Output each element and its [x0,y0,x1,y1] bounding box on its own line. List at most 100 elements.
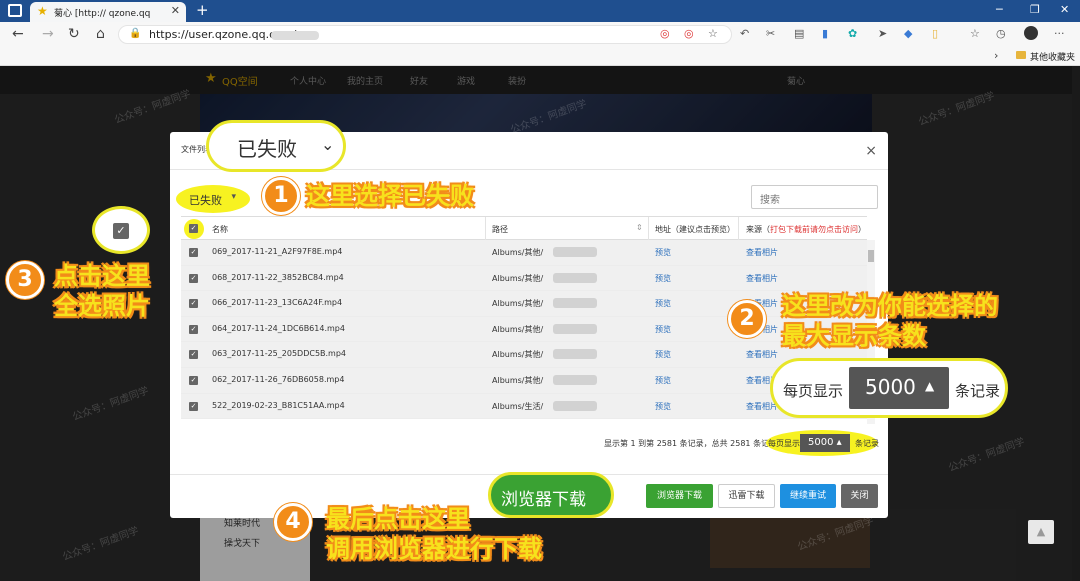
row-checkbox[interactable]: ✓ [189,248,198,257]
col-divider [738,217,739,241]
view-photo-link[interactable]: 查看相片 [746,273,778,284]
window-menu-icon[interactable] [8,4,22,17]
scroll-thumb[interactable] [868,250,874,262]
browser-tab[interactable]: ★ 菊心 [http:// qzone.qq ✕ [30,2,186,22]
check-icon: ✓ [113,223,129,239]
file-path: Albums/其他/ [492,324,544,334]
preview-link[interactable]: 预览 [655,247,671,258]
col-path[interactable]: 路径 [492,224,508,235]
callout-perpage-suffix: 条记录 [955,382,1001,400]
dialog-close-icon[interactable]: × [865,143,877,159]
file-name: 066_2017-11-23_13C6A24F.mp4 [212,298,343,308]
search-input[interactable]: 搜索 [751,185,878,209]
extension-icon[interactable]: ◎ [684,27,694,40]
row-checkbox[interactable]: ✓ [189,350,198,360]
file-path: Albums/其他/ [492,273,544,283]
path-blurred [553,400,597,411]
retry-button[interactable]: 继续重试 [780,484,836,508]
table-header: ✓ 名称 路径 ⇕ 地址（建议点击预览） 来源（打包下载前请勿点击访问） [181,216,867,241]
row-checkbox[interactable]: ✓ [189,273,198,283]
preview-link[interactable]: 预览 [655,324,671,335]
per-page-select[interactable]: 5000 ▴ [800,434,850,452]
url-blurred [271,31,319,40]
extension-icon[interactable]: ✿ [848,27,857,40]
lock-icon: 🔒 [129,28,142,39]
preview-link[interactable]: 预览 [655,298,671,309]
select-all-checkbox[interactable]: ✓ [189,224,198,233]
table-row[interactable]: ✓ 069_2017-11-21_A2F97F8E.mp4 Albums/其他/预览… [181,240,867,266]
row-checkbox[interactable]: ✓ [189,299,198,309]
chevron-right-icon[interactable]: › [994,49,998,62]
step-3-line2: 全选照片 [54,292,150,320]
preview-link[interactable]: 预览 [655,375,671,386]
maximize-icon[interactable]: ❐ [1030,3,1040,16]
favorites-icon[interactable]: ☆ [970,27,980,40]
back-icon[interactable]: ← [12,26,24,42]
table-row[interactable]: ✓ 068_2017-11-22_3852BC84.mp4 Albums/其他/预览… [181,265,867,292]
favorites-bar: › 其他收藏夹 [0,47,1080,66]
row-checkbox[interactable]: ✓ [189,401,198,411]
browser-download-button[interactable]: 浏览器下载 [646,484,713,508]
extension-icon[interactable]: ◆ [904,27,912,40]
filter-callout-bubble: 已失败 ⌄ [206,120,346,172]
file-path: Albums/其他/ [492,299,544,309]
row-checkbox[interactable]: ✓ [189,376,198,385]
page-scrollbar[interactable] [1072,66,1080,581]
table-body: ✓ 069_2017-11-21_A2F97F8E.mp4 Albums/其他/预览… [181,240,867,424]
back-to-top-button[interactable]: ▲ [1028,520,1054,544]
status-filter-value: 已失败 [189,194,222,207]
col-source-prefix: 来源（ [746,225,770,234]
profile-avatar[interactable] [1024,26,1038,40]
callout-perpage-value: 5000 [865,375,916,399]
preview-link[interactable]: 预览 [655,401,671,412]
col-source: 来源（打包下载前请勿点击访问） [746,224,866,235]
tab-close-icon[interactable]: ✕ [171,4,180,17]
url-input[interactable]: 🔒 https://user.qzone.qq.com/ [118,25,732,44]
preview-link[interactable]: 预览 [655,349,671,360]
col-divider [485,217,486,241]
more-icon[interactable]: ··· [1054,27,1065,40]
refresh-icon[interactable]: ↻ [68,26,80,42]
extension-icon[interactable]: ▮ [822,27,828,40]
col-name[interactable]: 名称 [212,224,228,235]
history-icon[interactable]: ◷ [996,27,1006,40]
table-row[interactable]: ✓ 522_2019-02-23_B81C51AA.mp4 Albums/生活/预览… [181,393,867,420]
extension-icon[interactable]: ↶ [740,27,749,40]
extension-icon[interactable]: ◎ [660,27,670,40]
extension-icon[interactable]: ▯ [932,27,938,40]
callout-filter-value: 已失败 [237,137,297,161]
view-photo-link[interactable]: 查看相片 [746,349,778,360]
xunlei-download-button[interactable]: 迅雷下载 [718,484,775,508]
tab-title: 菊心 [http:// qzone.qq [54,9,151,19]
file-name: 069_2017-11-21_A2F97F8E.mp4 [212,247,343,256]
step-4-line2: 调用浏览器进行下载 [326,535,542,563]
view-photo-link[interactable]: 查看相片 [746,247,778,258]
table-row[interactable]: ✓ 062_2017-11-26_76DB6058.mp4 Albums/其他/预览… [181,368,867,394]
step-3-badge: 3 [6,261,44,299]
other-favorites-link[interactable]: 其他收藏夹 [1030,50,1075,63]
table-row[interactable]: ✓ 063_2017-11-25_205DDC5B.mp4 Albums/其他/预览… [181,342,867,368]
close-window-icon[interactable]: ✕ [1060,3,1069,16]
cut-icon[interactable]: ✂ [766,27,775,40]
col-source-hint: 打包下载前请勿点击访问 [770,225,858,234]
home-icon[interactable]: ⌂ [96,26,105,42]
sort-icon[interactable]: ⇕ [636,223,643,232]
perpage-callout-bubble: 每页显示 5000 ▲ 条记录 [770,358,1008,418]
step-4-badge: 4 [274,503,312,541]
preview-link[interactable]: 预览 [655,273,671,284]
caret-up-icon: ▴ [836,437,842,448]
close-button[interactable]: 关闭 [841,484,878,508]
minimize-icon[interactable]: ─ [996,3,1003,16]
callout-perpage-prefix: 每页显示 [783,382,844,400]
file-name: 063_2017-11-25_205DDC5B.mp4 [212,349,347,359]
path-blurred [553,375,597,385]
forward-icon[interactable]: → [42,26,54,42]
status-filter-select[interactable]: 已失败 ▾ [181,187,243,209]
favorite-add-icon[interactable]: ☆ [708,27,718,40]
new-tab-button[interactable]: + [196,1,209,19]
col-address: 地址（建议点击预览） [655,225,735,234]
extension-icon[interactable]: ▤ [794,27,804,40]
callout-browser-download: 浏览器下载 [501,490,586,510]
send-icon[interactable]: ➤ [878,27,887,40]
row-checkbox[interactable]: ✓ [189,324,198,334]
